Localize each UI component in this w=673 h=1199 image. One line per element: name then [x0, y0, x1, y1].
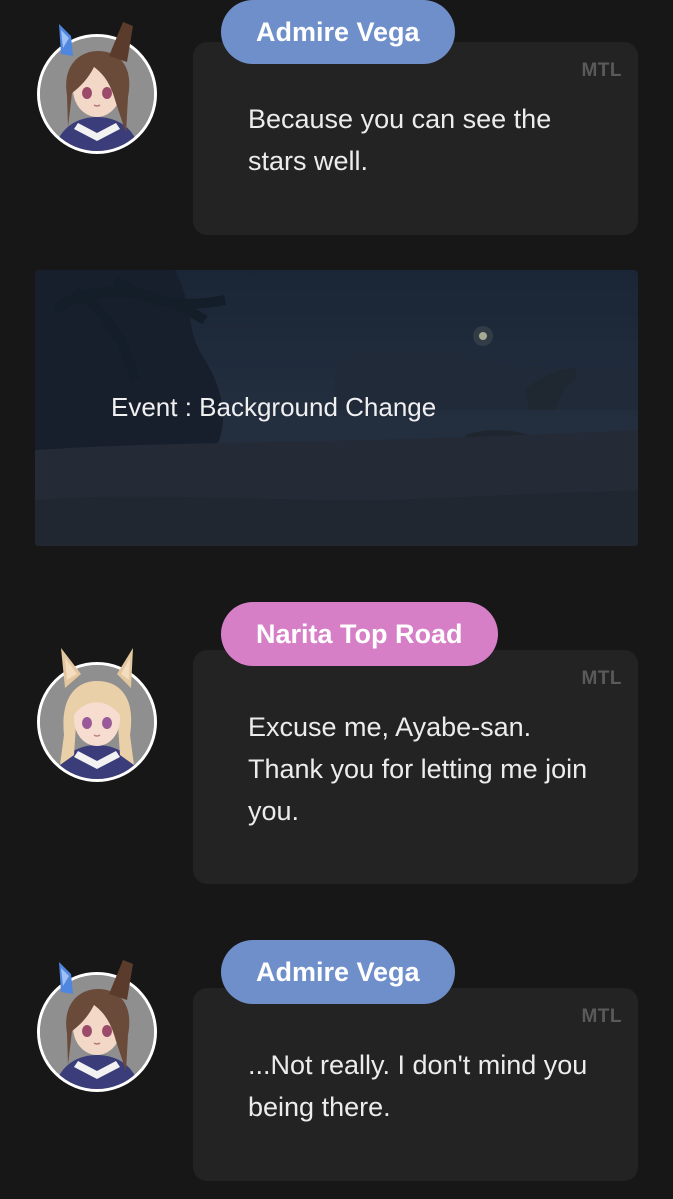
admire-vega-avatar[interactable] — [37, 34, 157, 154]
message-text: Because you can see the stars well. — [248, 104, 552, 176]
mtl-badge: MTL — [581, 60, 622, 81]
message-bubble: MTL Excuse me, Ayabe-san. Thank you for … — [193, 650, 638, 884]
speaker-name-pill: Admire Vega — [221, 940, 455, 1004]
mtl-badge: MTL — [581, 1006, 622, 1027]
mtl-badge: MTL — [581, 668, 622, 689]
event-label: Event : Background Change — [111, 392, 437, 422]
message-text: Excuse me, Ayabe-san. Thank you for lett… — [248, 712, 588, 826]
message-bubble: MTL ...Not really. I don't mind you bein… — [193, 988, 638, 1181]
admire-vega-avatar[interactable] — [37, 972, 157, 1092]
speaker-name-pill: Narita Top Road — [221, 602, 498, 666]
narita-top-road-avatar[interactable] — [37, 662, 157, 782]
message-text: ...Not really. I don't mind you being th… — [248, 1050, 588, 1122]
admire-vega-portrait-icon — [40, 37, 154, 151]
narita-top-road-portrait-icon — [40, 665, 154, 779]
message-bubble: MTL Because you can see the stars well. — [193, 42, 638, 235]
admire-vega-portrait-icon — [40, 975, 154, 1089]
dialogue-log: MTL Because you can see the stars well. … — [0, 0, 673, 1199]
event-background-change: Event : Background Change — [35, 270, 638, 546]
speaker-name-pill: Admire Vega — [221, 0, 455, 64]
